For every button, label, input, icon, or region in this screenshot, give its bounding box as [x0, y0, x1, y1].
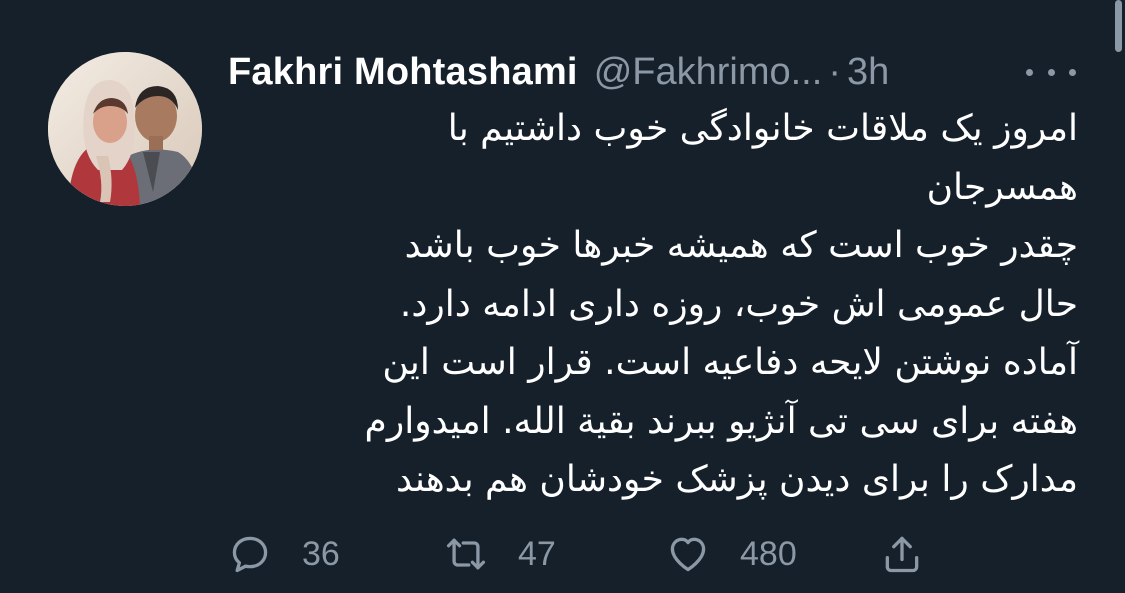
retweet-icon: [446, 538, 486, 570]
more-dot: [1069, 68, 1076, 76]
timestamp[interactable]: 3h: [847, 51, 889, 94]
display-name[interactable]: Fakhri Mohtashami: [228, 51, 578, 94]
tweet-text-line: حال عمومی اش خوب، روزه داری ادامه دارد.: [399, 283, 1078, 325]
more-horizontal-icon[interactable]: [1026, 60, 1076, 84]
reply-button[interactable]: 36: [228, 524, 340, 584]
avatar[interactable]: [48, 52, 202, 206]
share-button[interactable]: [880, 524, 924, 584]
heart-icon: [670, 537, 706, 572]
like-button[interactable]: 480: [666, 524, 797, 584]
tweet-text-line: آماده نوشتن لایحه دفاعیه است. قرار است ا…: [382, 342, 1078, 383]
tweet-text-line: مدارک را برای دیدن پزشک خودشان هم بدهند: [395, 459, 1078, 500]
retweet-count: 47: [518, 534, 556, 573]
tweet-text-line: همسرجان: [926, 166, 1078, 208]
scrollbar-thumb[interactable]: [1115, 0, 1122, 52]
reply-count: 36: [302, 534, 340, 573]
tweet-header: Fakhri Mohtashami @Fakhrimo... · 3h: [228, 46, 889, 98]
tweet-text-line: امروز یک ملاقات خانوادگی خوب داشتیم با: [447, 108, 1078, 149]
reply-icon: [232, 536, 268, 573]
retweet-button[interactable]: 47: [444, 524, 556, 584]
more-dot: [1047, 68, 1055, 76]
separator-dot: ·: [828, 50, 841, 93]
user-handle[interactable]: @Fakhrimo...: [594, 51, 823, 94]
tweet-text: امروز یک ملاقات خانوادگی خوب داشتیم با ه…: [228, 100, 1078, 510]
like-count: 480: [740, 534, 797, 573]
tweet-text-line: چقدر خوب است که همیشه خبرها خوب باشد: [404, 225, 1078, 266]
more-dot: [1026, 68, 1033, 76]
tweet-actions: 36 47 480: [228, 524, 948, 584]
avatar-photo: [48, 52, 202, 206]
tweet-text-line: هفته برای سی تی آنژیو ببرند بقیة الله. ا…: [364, 400, 1078, 442]
tweet[interactable]: Fakhri Mohtashami @Fakhrimo... · 3h امرو…: [0, 0, 1125, 593]
scrollbar[interactable]: [1112, 0, 1125, 70]
share-icon: [885, 536, 919, 573]
